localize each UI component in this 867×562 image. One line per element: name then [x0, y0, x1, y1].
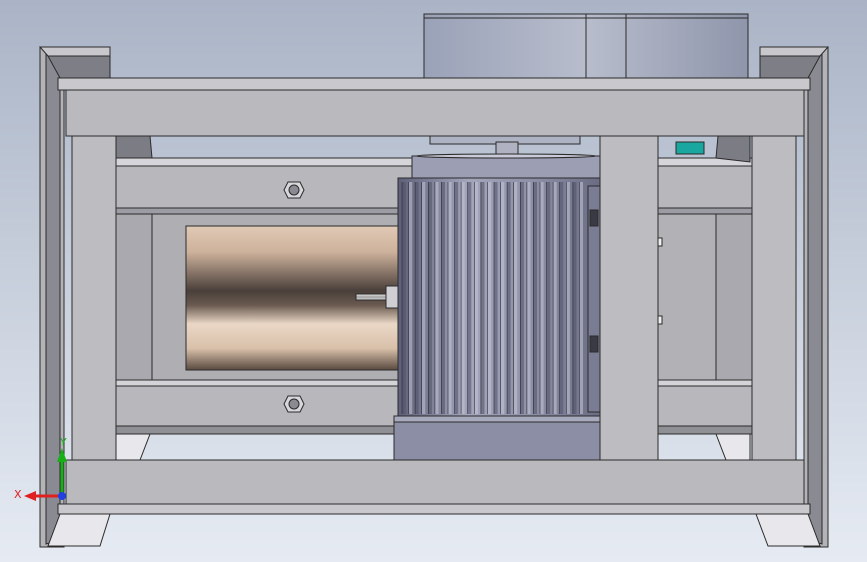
motor-fin — [421, 182, 426, 414]
motor-fin — [448, 182, 452, 414]
motor-fin — [474, 182, 478, 414]
motor-fin — [454, 182, 459, 414]
motor-fin — [408, 182, 413, 414]
motor-fin — [467, 182, 472, 414]
motor-fin — [533, 182, 537, 414]
hex-nut-upper — [283, 181, 305, 199]
motor-base — [393, 415, 603, 461]
motor-fin — [540, 182, 544, 414]
motor-fin — [494, 182, 498, 414]
motor-fin — [572, 182, 577, 414]
motor-fin — [461, 182, 465, 414]
motor-fin — [526, 182, 531, 414]
motor-fin — [480, 182, 485, 414]
frame-top-beam — [57, 77, 811, 137]
motor-fin — [402, 182, 406, 414]
machine-assembly-drawing[interactable]: X Y — [0, 0, 867, 562]
motor-fin — [487, 182, 491, 414]
motor-fin — [500, 182, 505, 414]
motor-fin — [507, 182, 511, 414]
hex-nut-lower — [283, 395, 305, 413]
y-axis-label: Y — [59, 436, 67, 449]
motor-fin — [553, 182, 557, 414]
right-center-post — [599, 135, 659, 461]
cad-viewport[interactable]: X Y — [0, 0, 867, 562]
motor-fin — [513, 182, 518, 414]
motor-fin — [520, 182, 524, 414]
motor-fin — [579, 182, 583, 414]
motor-fin — [546, 182, 551, 414]
motor-fin — [566, 182, 570, 414]
motor-fin — [434, 182, 439, 414]
motor-fin — [428, 182, 432, 414]
motor-fin — [441, 182, 445, 414]
motor-body — [397, 177, 601, 417]
frame-bottom-beam — [57, 459, 811, 515]
x-axis-label: X — [14, 488, 22, 501]
motor-fin — [415, 182, 419, 414]
motor-fin — [559, 182, 564, 414]
